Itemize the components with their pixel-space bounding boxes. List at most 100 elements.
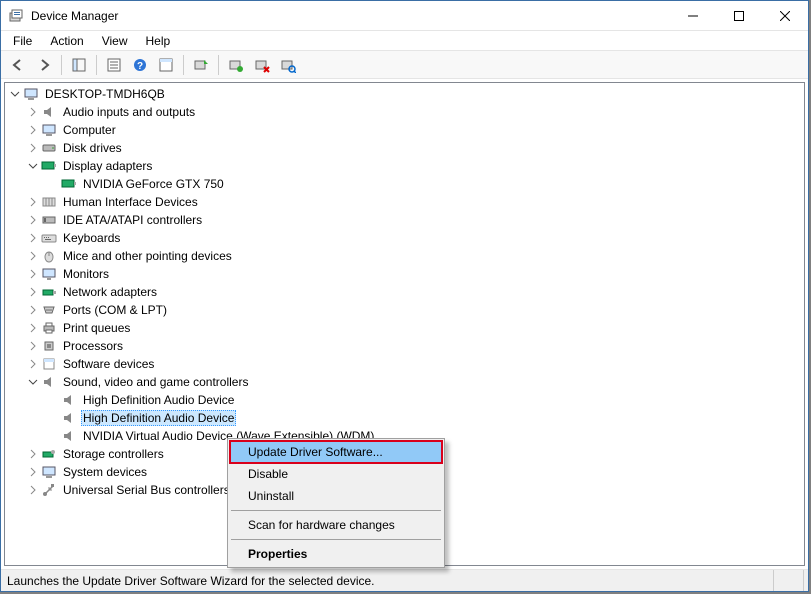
back-button[interactable]	[6, 53, 30, 77]
tree-item-label: Display adapters	[61, 159, 154, 173]
speaker-icon	[61, 392, 77, 408]
maximize-button[interactable]	[716, 1, 762, 31]
expand-icon[interactable]	[25, 212, 41, 228]
window-title: Device Manager	[31, 9, 118, 23]
hid-icon	[41, 194, 57, 210]
network-icon	[41, 284, 57, 300]
context-menu: Update Driver Software... Disable Uninst…	[227, 438, 445, 568]
expand-icon[interactable]	[25, 338, 41, 354]
display-adapter-icon	[61, 176, 77, 192]
expand-icon[interactable]	[25, 140, 41, 156]
ctx-disable[interactable]: Disable	[230, 463, 442, 485]
svg-text:?: ?	[137, 61, 143, 72]
expand-icon[interactable]	[25, 482, 41, 498]
collapse-icon[interactable]	[7, 86, 23, 102]
close-button[interactable]	[762, 1, 808, 31]
speaker-icon	[41, 374, 57, 390]
tree-item-label: Storage controllers	[61, 447, 166, 461]
tree-item-hid[interactable]: Human Interface Devices	[5, 193, 804, 211]
expand-icon[interactable]	[25, 266, 41, 282]
enable-button[interactable]	[224, 53, 248, 77]
update-driver-button[interactable]	[189, 53, 213, 77]
tree-item-hda1[interactable]: High Definition Audio Device	[5, 391, 804, 409]
cpu-icon	[41, 338, 57, 354]
ctx-item-label: Properties	[248, 547, 307, 561]
menu-help[interactable]: Help	[138, 32, 179, 50]
menu-view[interactable]: View	[94, 32, 136, 50]
tree-item-label: Audio inputs and outputs	[61, 105, 197, 119]
ctx-separator	[231, 510, 441, 511]
menubar: File Action View Help	[1, 31, 808, 51]
tree-item-disk[interactable]: Disk drives	[5, 139, 804, 157]
tree-item-hda2-selected[interactable]: High Definition Audio Device	[5, 409, 804, 427]
menu-action[interactable]: Action	[42, 32, 91, 50]
collapse-icon[interactable]	[25, 374, 41, 390]
uninstall-button[interactable]	[250, 53, 274, 77]
status-cell	[774, 570, 804, 591]
forward-button[interactable]	[32, 53, 56, 77]
toolbar: ?	[1, 51, 808, 79]
toolbar-separator	[96, 55, 97, 75]
tree-item-label: Print queues	[61, 321, 132, 335]
tree-item-label: Disk drives	[61, 141, 124, 155]
show-hide-tree-button[interactable]	[67, 53, 91, 77]
expand-icon[interactable]	[25, 104, 41, 120]
port-icon	[41, 302, 57, 318]
tree-item-label: Human Interface Devices	[61, 195, 200, 209]
tree-item-monitors[interactable]: Monitors	[5, 265, 804, 283]
tree-item-ide[interactable]: IDE ATA/ATAPI controllers	[5, 211, 804, 229]
toolbar-separator	[218, 55, 219, 75]
tree-item-label: Software devices	[61, 357, 156, 371]
ctx-uninstall[interactable]: Uninstall	[230, 485, 442, 507]
expand-icon[interactable]	[25, 446, 41, 462]
tree-item-network[interactable]: Network adapters	[5, 283, 804, 301]
expand-icon[interactable]	[25, 194, 41, 210]
tree-item-software[interactable]: Software devices	[5, 355, 804, 373]
speaker-icon	[41, 104, 57, 120]
properties-button[interactable]	[102, 53, 126, 77]
scan-hardware-button[interactable]	[276, 53, 300, 77]
tree-item-label: Keyboards	[61, 231, 122, 245]
expand-icon[interactable]	[25, 302, 41, 318]
tree-item-label: Universal Serial Bus controllers	[61, 483, 232, 497]
printer-icon	[41, 320, 57, 336]
tree-item-audio-io[interactable]: Audio inputs and outputs	[5, 103, 804, 121]
system-icon	[41, 464, 57, 480]
tree-item-label: Processors	[61, 339, 125, 353]
expand-icon[interactable]	[25, 122, 41, 138]
computer-icon	[23, 86, 39, 102]
tree-item-computer[interactable]: Computer	[5, 121, 804, 139]
tree-root[interactable]: DESKTOP-TMDH6QB	[5, 85, 804, 103]
usb-icon	[41, 482, 57, 498]
minimize-button[interactable]	[670, 1, 716, 31]
tree-item-ports[interactable]: Ports (COM & LPT)	[5, 301, 804, 319]
tree-root-label: DESKTOP-TMDH6QB	[43, 87, 167, 101]
expand-icon[interactable]	[25, 248, 41, 264]
tree-item-processors[interactable]: Processors	[5, 337, 804, 355]
speaker-icon	[61, 410, 77, 426]
expand-icon[interactable]	[25, 320, 41, 336]
tree-item-keyboards[interactable]: Keyboards	[5, 229, 804, 247]
ctx-scan[interactable]: Scan for hardware changes	[230, 514, 442, 536]
tree-item-display[interactable]: Display adapters	[5, 157, 804, 175]
collapse-icon[interactable]	[25, 158, 41, 174]
tree-item-label: Computer	[61, 123, 118, 137]
monitor-icon	[41, 266, 57, 282]
expand-icon[interactable]	[25, 356, 41, 372]
statusbar: Launches the Update Driver Software Wiza…	[1, 569, 808, 591]
menu-file[interactable]: File	[5, 32, 40, 50]
expand-icon[interactable]	[25, 230, 41, 246]
ctx-update-driver[interactable]: Update Driver Software...	[229, 440, 443, 464]
expand-icon[interactable]	[25, 464, 41, 480]
ctx-item-label: Scan for hardware changes	[248, 518, 395, 532]
tree-item-gtx750[interactable]: NVIDIA GeForce GTX 750	[5, 175, 804, 193]
tree-item-sound[interactable]: Sound, video and game controllers	[5, 373, 804, 391]
tree-item-mice[interactable]: Mice and other pointing devices	[5, 247, 804, 265]
tree-item-printq[interactable]: Print queues	[5, 319, 804, 337]
ide-icon	[41, 212, 57, 228]
ctx-properties[interactable]: Properties	[230, 543, 442, 565]
action-button[interactable]	[154, 53, 178, 77]
help-button[interactable]: ?	[128, 53, 152, 77]
computer-icon	[41, 122, 57, 138]
expand-icon[interactable]	[25, 284, 41, 300]
